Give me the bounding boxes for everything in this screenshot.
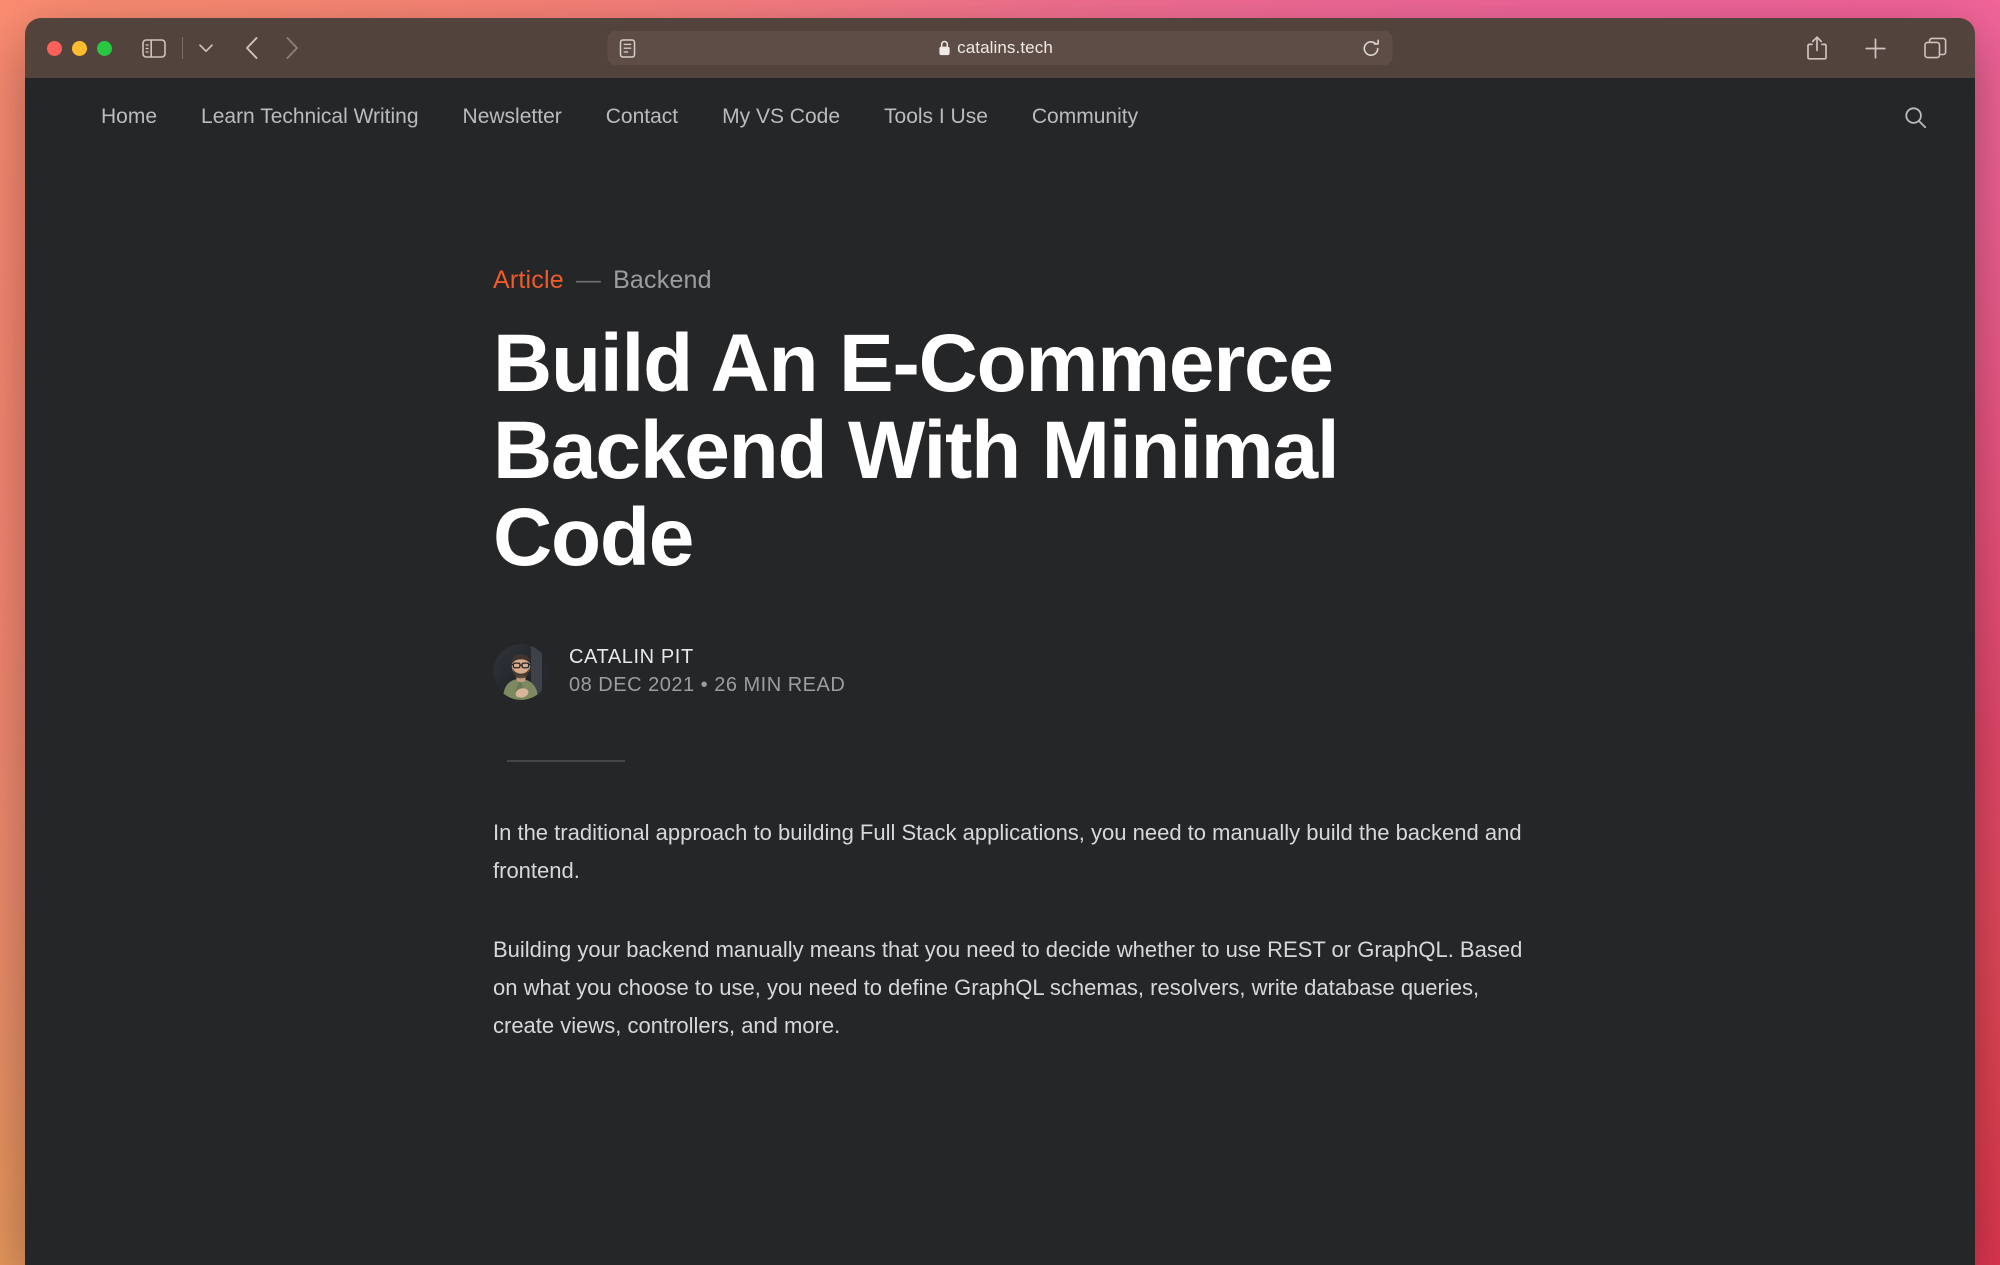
toolbar-separator xyxy=(182,37,183,59)
back-icon[interactable] xyxy=(245,37,258,59)
nav-item-newsletter[interactable]: Newsletter xyxy=(441,105,584,129)
nav-link-community[interactable]: Community xyxy=(1010,105,1160,129)
byline: CATALIN PIT 08 DEC 2021 • 26 MIN READ xyxy=(493,643,1975,700)
nav-item-learn-technical-writing[interactable]: Learn Technical Writing xyxy=(179,105,441,129)
sidebar-icon[interactable] xyxy=(142,38,166,58)
page-title: Build An E-Commerce Backend With Minimal… xyxy=(493,318,1340,583)
lock-icon xyxy=(938,40,950,56)
toolbar-actions xyxy=(1807,36,1953,60)
sidebar-controls xyxy=(142,37,213,59)
search-icon[interactable] xyxy=(1904,106,1927,129)
nav-item-my-vs-code[interactable]: My VS Code xyxy=(700,105,862,129)
nav-link-contact[interactable]: Contact xyxy=(584,105,700,129)
nav-item-community[interactable]: Community xyxy=(1010,105,1160,129)
kicker-dash: — xyxy=(575,266,602,294)
nav-link-newsletter[interactable]: Newsletter xyxy=(441,105,584,129)
address-bar-content: catalins.tech xyxy=(636,38,1356,58)
browser-toolbar: catalins.tech xyxy=(25,18,1975,78)
address-bar[interactable]: catalins.tech xyxy=(607,31,1393,65)
nav-link-learn-technical-writing[interactable]: Learn Technical Writing xyxy=(179,105,441,129)
article-paragraph: Building your backend manually means tha… xyxy=(493,937,1523,1039)
site-navigation: Home Learn Technical Writing Newsletter … xyxy=(25,78,1975,156)
article-paragraph: In the traditional approach to building … xyxy=(493,819,1522,883)
chevron-down-icon[interactable] xyxy=(199,43,213,53)
page-viewport: Home Learn Technical Writing Newsletter … xyxy=(25,78,1975,1265)
tab-overview-icon[interactable] xyxy=(1924,37,1947,59)
avatar[interactable] xyxy=(493,643,549,700)
nav-link-tools-i-use[interactable]: Tools I Use xyxy=(862,105,1010,129)
navigation-arrows xyxy=(245,37,299,59)
share-icon[interactable] xyxy=(1807,36,1827,60)
close-window-button[interactable] xyxy=(47,40,62,56)
content-divider xyxy=(507,759,625,762)
article-body: In the traditional approach to building … xyxy=(493,814,1533,1045)
nav-item-tools-i-use[interactable]: Tools I Use xyxy=(862,105,1010,129)
nav-list: Home Learn Technical Writing Newsletter … xyxy=(93,105,1160,129)
zoom-window-button[interactable] xyxy=(97,40,112,56)
browser-window: catalins.tech Home Learn Technical Writi… xyxy=(25,18,1975,1265)
minimize-window-button[interactable] xyxy=(72,40,87,56)
author-name[interactable]: CATALIN PIT xyxy=(569,646,845,669)
byline-text: CATALIN PIT 08 DEC 2021 • 26 MIN READ xyxy=(569,646,845,697)
nav-item-home[interactable]: Home xyxy=(93,105,179,129)
forward-icon[interactable] xyxy=(286,37,299,59)
nav-item-contact[interactable]: Contact xyxy=(584,105,700,129)
nav-link-my-vs-code[interactable]: My VS Code xyxy=(700,105,862,129)
article-content: Article — Backend Build An E-Commerce Back… xyxy=(25,156,1975,1045)
reload-icon[interactable] xyxy=(1362,39,1381,58)
url-text: catalins.tech xyxy=(957,38,1053,57)
article-type-tag[interactable]: Article xyxy=(493,266,564,294)
nav-link-home[interactable]: Home xyxy=(93,105,179,129)
new-tab-icon[interactable] xyxy=(1865,37,1886,59)
reader-view-icon[interactable] xyxy=(619,38,636,58)
article-meta: 08 DEC 2021 • 26 MIN READ xyxy=(569,674,846,697)
article-kicker: Article — Backend xyxy=(493,266,1975,295)
window-controls xyxy=(47,40,112,56)
article-category-tag[interactable]: Backend xyxy=(613,266,712,294)
